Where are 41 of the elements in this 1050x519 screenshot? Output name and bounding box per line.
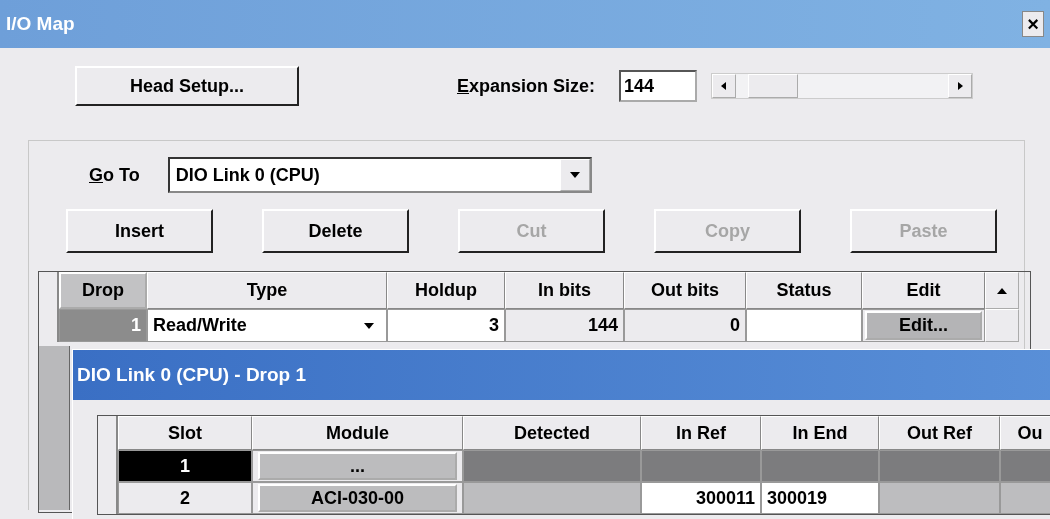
column-header: Status: [746, 272, 862, 309]
column-header: Slot: [118, 416, 252, 450]
close-button[interactable]: ×: [1022, 11, 1044, 37]
edit-button[interactable]: Edit...: [865, 311, 982, 340]
scroll-up-icon[interactable]: [997, 287, 1007, 294]
slot-cell[interactable]: 2: [118, 482, 252, 514]
column-header: Detected: [463, 416, 641, 450]
go-to-dropdown[interactable]: DIO Link 0 (CPU): [167, 157, 592, 193]
column-header: Drop: [59, 272, 147, 309]
column-header: In End: [761, 416, 879, 450]
column-header: Out bits: [624, 272, 746, 309]
module-button[interactable]: ...: [258, 452, 457, 480]
type-dropdown[interactable]: Read/Write: [147, 309, 387, 342]
go-to-label: Go To: [89, 164, 140, 186]
scroll-right-icon[interactable]: [956, 81, 965, 91]
column-header: Module: [252, 416, 463, 450]
dropdown-arrow-icon: [364, 322, 374, 329]
head-setup-button[interactable]: Head Setup...: [75, 66, 299, 106]
column-header: Ou: [1000, 416, 1050, 450]
expansion-size-field[interactable]: 144: [619, 70, 698, 102]
column-header: Out Ref: [879, 416, 1000, 450]
table-cell: 0: [624, 309, 746, 342]
action-button[interactable]: Delete: [262, 209, 409, 253]
slot-cell[interactable]: 1: [118, 450, 252, 482]
action-button[interactable]: Insert: [66, 209, 213, 253]
scroll-left-icon[interactable]: [720, 81, 729, 91]
module-button[interactable]: ACI-030-00: [258, 484, 457, 512]
horizontal-scrollbar[interactable]: [711, 73, 974, 99]
column-header: Type: [147, 272, 387, 309]
dropdown-arrow-icon: [569, 172, 580, 178]
table-cell: 300019: [761, 482, 879, 514]
column-header: Holdup: [387, 272, 505, 309]
table-cell: 300011: [641, 482, 761, 514]
column-header: In Ref: [641, 416, 761, 450]
window-title: DIO Link 0 (CPU) - Drop 1: [77, 364, 307, 386]
table-cell: 144: [505, 309, 624, 342]
expansion-size-label: Expansion Size:: [457, 75, 596, 97]
table-cell: 3: [387, 309, 505, 342]
column-header: In bits: [505, 272, 624, 309]
column-header: Edit: [862, 272, 985, 309]
window-title: I/O Map: [6, 13, 75, 35]
